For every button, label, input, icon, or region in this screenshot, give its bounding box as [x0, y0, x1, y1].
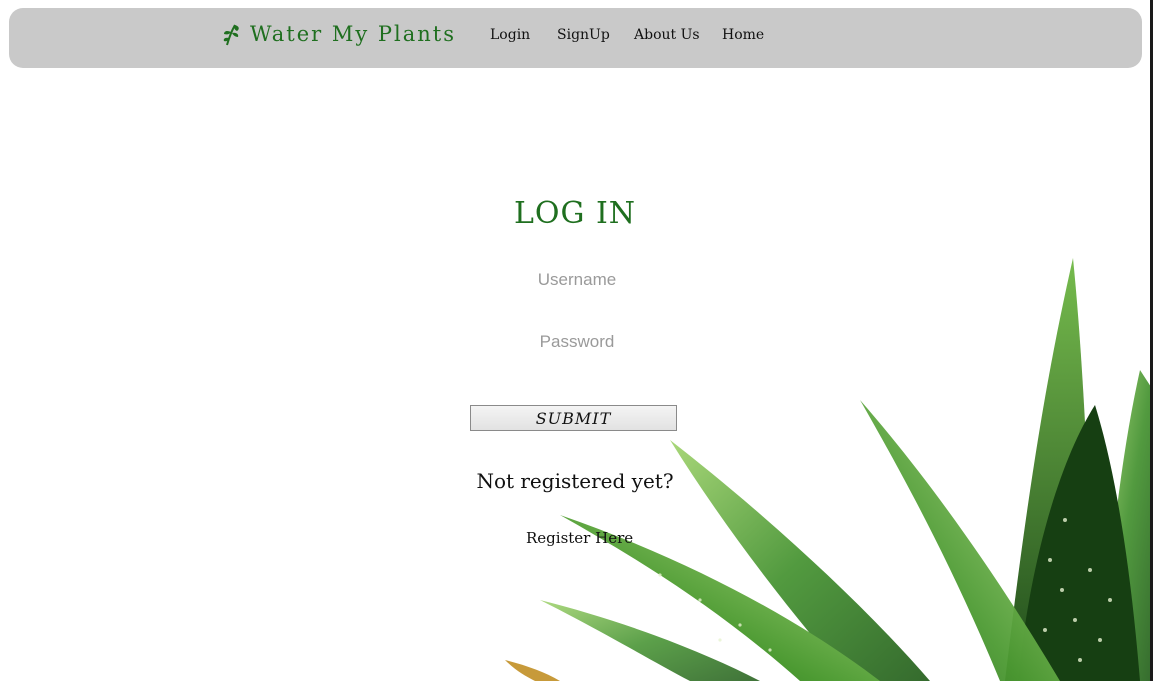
- page: Water My Plants Login SignUp About Us Ho…: [0, 0, 1153, 681]
- not-registered-text: Not registered yet?: [476, 469, 674, 493]
- username-input[interactable]: [475, 264, 679, 296]
- submit-button[interactable]: SUBMIT: [470, 405, 677, 431]
- login-form: LOG IN SUBMIT Not registered yet? Regist…: [0, 0, 1153, 681]
- page-title: LOG IN: [513, 196, 637, 231]
- password-input[interactable]: [475, 326, 679, 358]
- register-link[interactable]: Register Here: [526, 529, 633, 547]
